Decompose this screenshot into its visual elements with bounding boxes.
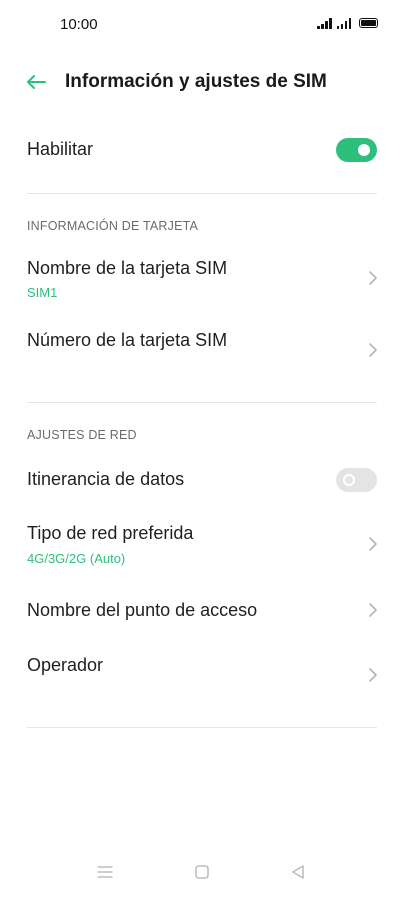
section-header-network: AJUSTES DE RED bbox=[27, 428, 137, 442]
data-roaming-label: Itinerancia de datos bbox=[27, 469, 185, 489]
back-triangle-icon bbox=[292, 865, 304, 879]
signal-icon bbox=[336, 18, 351, 29]
toggle-knob bbox=[358, 144, 370, 156]
divider bbox=[27, 402, 377, 403]
data-roaming-toggle[interactable] bbox=[336, 468, 377, 492]
status-time: 10:00 bbox=[60, 16, 98, 33]
toggle-knob bbox=[343, 474, 355, 486]
battery-icon bbox=[359, 18, 378, 28]
enable-label: Habilitar bbox=[27, 139, 94, 159]
divider bbox=[27, 193, 377, 194]
data-roaming-row[interactable]: Itinerancia de datos bbox=[0, 458, 404, 502]
sim-card-name-label: Nombre de la tarjeta SIM bbox=[27, 258, 228, 278]
apn-label: Nombre del punto de acceso bbox=[27, 600, 258, 620]
section-header-card-info: INFORMACIÓN DE TARJETA bbox=[27, 219, 199, 233]
enable-toggle[interactable] bbox=[336, 138, 377, 162]
arrow-left-icon bbox=[27, 75, 46, 89]
back-nav-button[interactable] bbox=[286, 862, 310, 882]
operator-label: Operador bbox=[27, 655, 104, 675]
screen: 10:00 Información y ajustes de SIM Habil… bbox=[0, 0, 404, 897]
navigation-bar bbox=[0, 858, 404, 886]
page-title: Información y ajustes de SIM bbox=[65, 71, 327, 92]
status-icons bbox=[317, 18, 378, 29]
apn-row[interactable]: Nombre del punto de acceso bbox=[0, 590, 404, 634]
back-button[interactable] bbox=[20, 66, 52, 98]
sim-card-number-label: Número de la tarjeta SIM bbox=[27, 330, 228, 350]
chevron-right-icon bbox=[369, 603, 377, 617]
chevron-right-icon bbox=[369, 271, 377, 285]
chevron-right-icon bbox=[369, 668, 377, 682]
divider bbox=[27, 727, 377, 728]
preferred-network-value: 4G/3G/2G (Auto) bbox=[27, 551, 126, 566]
enable-row[interactable]: Habilitar bbox=[0, 128, 404, 172]
sim-card-name-row[interactable]: Nombre de la tarjeta SIM SIM1 bbox=[0, 250, 404, 310]
preferred-network-label: Tipo de red preferida bbox=[27, 523, 194, 543]
preferred-network-row[interactable]: Tipo de red preferida 4G/3G/2G (Auto) bbox=[0, 515, 404, 575]
sim-card-name-value: SIM1 bbox=[27, 285, 58, 300]
home-button[interactable] bbox=[190, 862, 214, 882]
chevron-right-icon bbox=[369, 537, 377, 551]
menu-button[interactable] bbox=[93, 862, 117, 882]
square-icon bbox=[195, 865, 209, 879]
header: Información y ajustes de SIM bbox=[0, 62, 404, 102]
menu-icon bbox=[97, 866, 113, 878]
chevron-right-icon bbox=[369, 343, 377, 357]
operator-row[interactable]: Operador bbox=[0, 645, 404, 705]
signal-icon bbox=[317, 18, 332, 29]
sim-card-number-row[interactable]: Número de la tarjeta SIM bbox=[0, 322, 404, 382]
